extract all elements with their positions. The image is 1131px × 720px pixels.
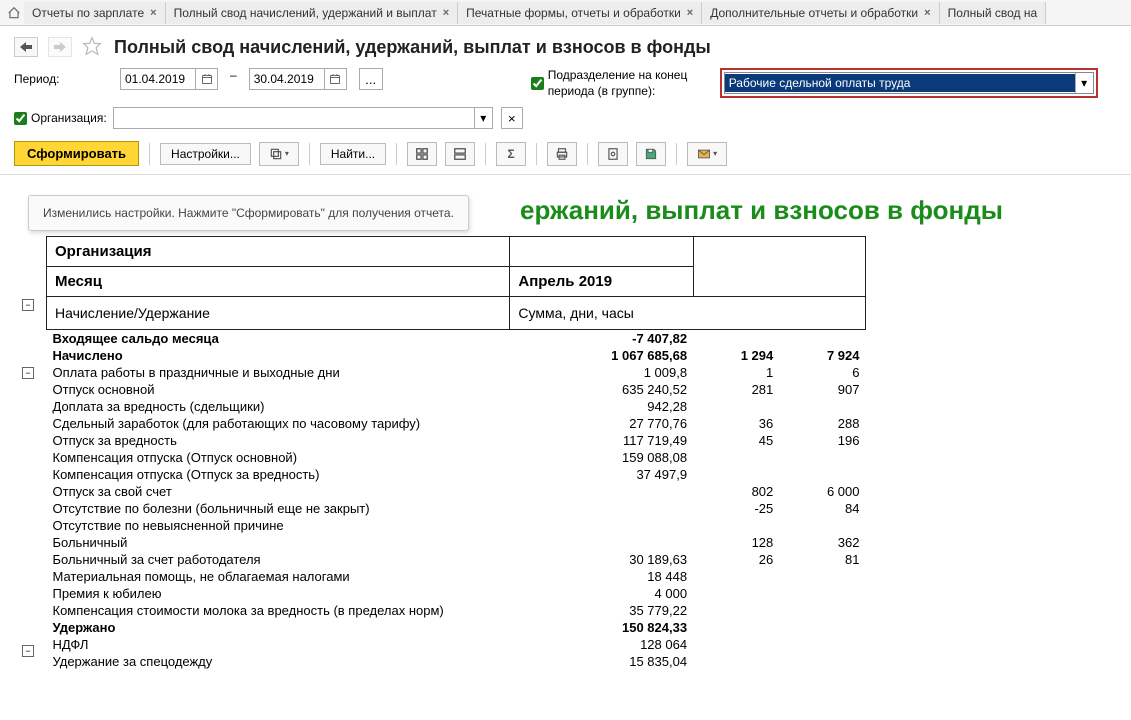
copy-menu-button[interactable]: ▾ [259, 142, 299, 166]
org-select[interactable]: ▾ [113, 107, 493, 129]
toolbar: Сформировать Настройки... ▾ Найти... Σ ▾ [0, 133, 1131, 175]
dept-checkbox[interactable]: Подразделение на конец периода (в группе… [531, 68, 708, 99]
print-button[interactable] [547, 142, 577, 166]
settings-changed-hint: Изменились настройки. Нажмите "Сформиров… [28, 195, 469, 231]
dept-select-highlight: Рабочие сдельной оплаты труда ▾ [720, 68, 1098, 98]
table-row: Компенсация стоимости молока за вредност… [47, 602, 866, 619]
table-row: НДФЛ128 064 [47, 636, 866, 653]
table-row: Отпуск за вредность117 719,4945196 [47, 432, 866, 449]
org-header-label: Организация [47, 237, 510, 267]
tree-toggle[interactable]: − [22, 645, 34, 657]
table-row: Начислено1 067 685,681 2947 924 [47, 347, 866, 364]
tab-1[interactable]: Полный свод начислений, удержаний и выпл… [166, 2, 459, 24]
calendar-icon[interactable] [324, 69, 346, 89]
sum-button[interactable]: Σ [496, 142, 526, 166]
table-row: Оплата работы в праздничные и выходные д… [47, 364, 866, 381]
settings-button[interactable]: Настройки... [160, 143, 251, 165]
table-row: Отсутствие по болезни (больничный еще не… [47, 500, 866, 517]
clear-org-button[interactable]: × [501, 107, 523, 129]
table-row: Больничный128362 [47, 534, 866, 551]
close-icon[interactable]: × [924, 7, 930, 19]
tab-3[interactable]: Дополнительные отчеты и обработки× [702, 2, 939, 24]
period-label: Период: [14, 68, 64, 86]
tab-2[interactable]: Печатные формы, отчеты и обработки× [458, 2, 702, 24]
tab-4[interactable]: Полный свод на [940, 2, 1047, 24]
table-row: Удержание за спецодежду15 835,04 [47, 653, 866, 670]
report-table: Организация Месяц Апрель 2019 Начисление… [46, 236, 866, 670]
month-header-label: Месяц [47, 267, 510, 297]
table-row: Отсутствие по невыясненной причине [47, 517, 866, 534]
dash: – [226, 68, 241, 82]
date-to-input[interactable] [249, 68, 347, 90]
table-row: Отпуск основной635 240,52281907 [47, 381, 866, 398]
table-row: Входящее сальдо месяца-7 407,82 [47, 330, 866, 348]
col-header-2: Сумма, дни, часы [510, 297, 866, 330]
chevron-down-icon[interactable]: ▾ [474, 108, 492, 128]
table-row: Премия к юбилею4 000 [47, 585, 866, 602]
tree-toggle[interactable]: − [22, 299, 34, 311]
table-row: Больничный за счет работодателя30 189,63… [47, 551, 866, 568]
email-menu-button[interactable]: ▾ [687, 142, 727, 166]
dept-select[interactable]: Рабочие сдельной оплаты труда ▾ [724, 72, 1094, 94]
period-more-button[interactable]: ... [359, 68, 383, 90]
table-row: Компенсация отпуска (Отпуск основной)159… [47, 449, 866, 466]
star-icon[interactable] [82, 36, 104, 58]
nav-back-button[interactable] [14, 37, 38, 57]
home-icon[interactable] [4, 3, 24, 23]
filter-row-period: Период: – ... Подразделение на конец пер… [0, 64, 1131, 103]
close-icon[interactable]: × [687, 7, 693, 19]
filter-row-org: Организация: ▾ × [0, 103, 1131, 133]
tab-0[interactable]: Отчеты по зарплате× [24, 2, 166, 24]
title-bar: Полный свод начислений, удержаний, выпла… [0, 26, 1131, 64]
table-row: Компенсация отпуска (Отпуск за вредность… [47, 466, 866, 483]
col-header-1: Начисление/Удержание [47, 297, 510, 330]
org-checkbox[interactable]: Организация: [14, 111, 107, 125]
generate-button[interactable]: Сформировать [14, 141, 139, 166]
month-header-value: Апрель 2019 [510, 267, 693, 297]
close-icon[interactable]: × [150, 7, 156, 19]
report-area: ержаний, выплат и взносов в фонды − − − … [0, 175, 1131, 670]
table-row: Материальная помощь, не облагаемая налог… [47, 568, 866, 585]
table-row: Удержано150 824,33 [47, 619, 866, 636]
save-button[interactable] [636, 142, 666, 166]
nav-forward-button[interactable] [48, 37, 72, 57]
collapse-groups-button[interactable] [445, 142, 475, 166]
table-row: Доплата за вредность (сдельщики)942,28 [47, 398, 866, 415]
expand-groups-button[interactable] [407, 142, 437, 166]
table-row: Сдельный заработок (для работающих по ча… [47, 415, 866, 432]
close-icon[interactable]: × [443, 7, 449, 19]
find-button[interactable]: Найти... [320, 143, 386, 165]
tree-toggle[interactable]: − [22, 367, 34, 379]
table-row: Отпуск за свой счет8026 000 [47, 483, 866, 500]
preview-button[interactable] [598, 142, 628, 166]
date-from-input[interactable] [120, 68, 218, 90]
chevron-down-icon[interactable]: ▾ [1075, 73, 1093, 93]
tree-gutter: − − − [10, 236, 46, 670]
tabs-bar: Отчеты по зарплате× Полный свод начислен… [0, 0, 1131, 26]
page-title: Полный свод начислений, удержаний, выпла… [114, 37, 711, 58]
calendar-icon[interactable] [195, 69, 217, 89]
report-title: ержаний, выплат и взносов в фонды [520, 195, 1121, 226]
